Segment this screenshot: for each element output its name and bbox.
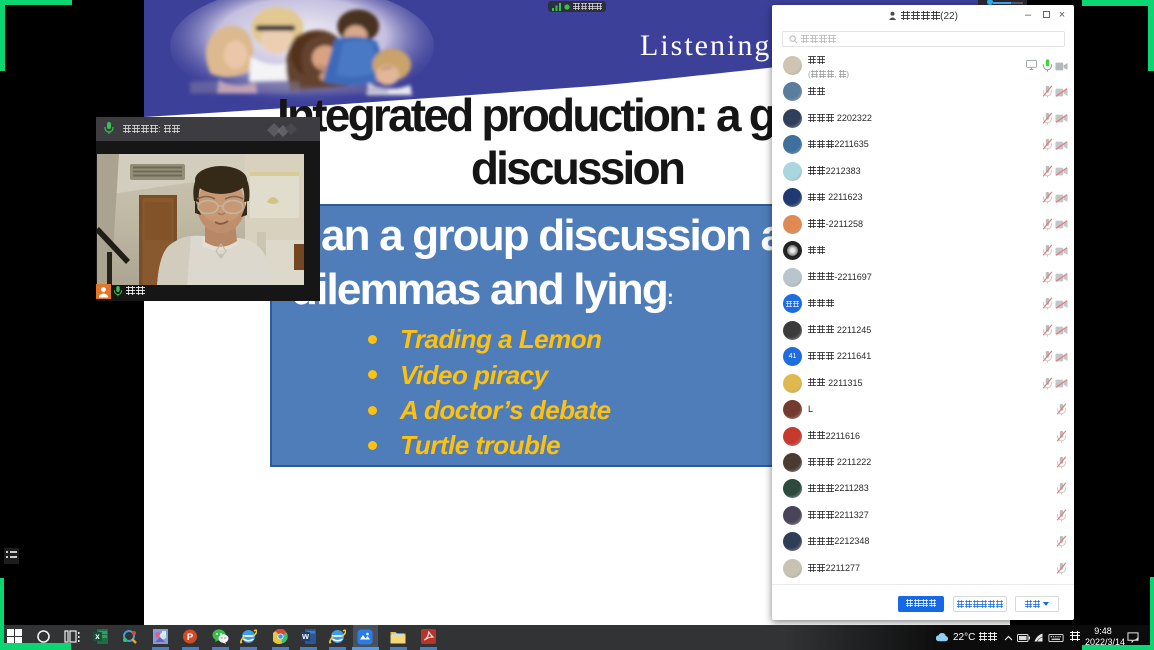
svg-text:P: P — [187, 632, 194, 643]
svg-text:x: x — [95, 632, 100, 641]
svg-text:W: W — [302, 632, 310, 641]
